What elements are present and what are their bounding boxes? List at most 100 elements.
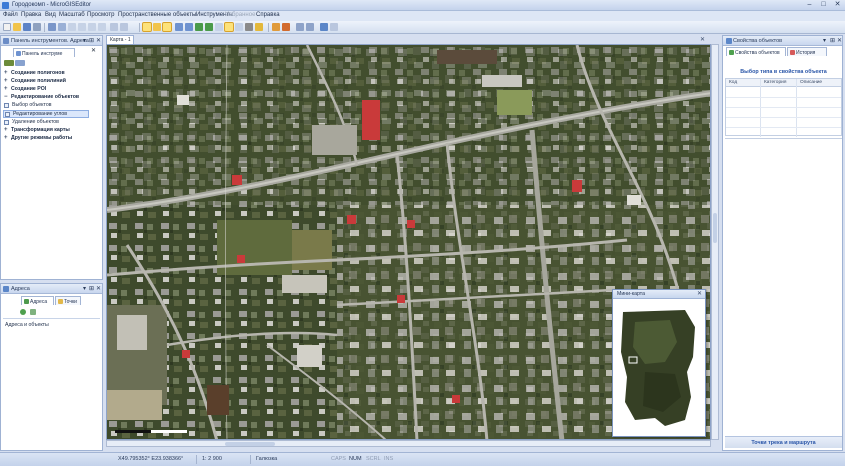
menu-scale[interactable]: Масштаб [59,12,85,18]
address-panel-title: Адреса [11,286,30,292]
gps-icon[interactable] [272,23,280,31]
doc-close-icon[interactable]: ✕ [700,36,705,43]
lightning-icon[interactable] [255,23,263,31]
panel-close-icon-2[interactable]: ✕ [96,285,101,292]
tab-history[interactable]: История [787,47,827,56]
list-item-select-objects[interactable]: Выбор объектов [3,102,89,110]
pin-icon-3[interactable]: ▾ [83,285,86,292]
menu-help[interactable]: Справка [256,12,280,18]
properties-panel-title: Свойства объектов [733,38,783,44]
tab-map-1[interactable]: Карта - 1 [106,35,134,44]
minimap-close-icon[interactable]: ✕ [697,290,702,297]
list-item-edit-objects[interactable]: − Редактирование объектов [3,94,89,102]
address-icon [3,286,9,292]
tree-icon-2 [15,60,25,66]
menu-spatial-objects[interactable]: Пространственные объекты [118,12,196,18]
pointer-tool-icon[interactable] [142,22,152,32]
mode-readout: Галюзка [256,456,278,462]
properties-icon [726,38,732,44]
address-tabstrip: Адреса Точки [21,296,91,305]
menu-bar: Файл Правка Вид Масштаб Просмотр Простра… [0,11,845,21]
tab-points[interactable]: Точки [55,296,81,305]
menu-edit[interactable]: Правка [21,12,41,18]
zoom-in-icon[interactable] [195,23,203,31]
save-icon[interactable] [23,23,31,31]
layers-icon[interactable] [245,23,253,31]
pin-icon-2[interactable]: ⊞ [89,37,94,44]
redo-icon[interactable] [58,23,66,31]
address-panel-header: Адреса ▾ ⊞ ✕ [1,284,102,294]
tab-addresses[interactable]: Адреса [21,296,54,305]
window-title: Городокомп - MicroGISEditor [12,2,91,8]
polyline-tool-icon[interactable] [185,23,193,31]
dropdown-icon-2[interactable] [120,23,128,31]
panel-icon [3,38,9,44]
pin-icon-5[interactable]: ▾ [823,37,826,44]
menu-view[interactable]: Вид [45,12,56,18]
scroll-thumb[interactable] [225,442,275,446]
scroll-thumb[interactable] [713,213,717,243]
pin-icon-4[interactable]: ⊞ [89,285,94,292]
zoom-extent-icon[interactable] [215,23,223,31]
close-button[interactable]: ✕ [831,1,844,9]
rectangle-tool-icon[interactable] [162,22,172,32]
copy-icon[interactable] [78,23,86,31]
print-icon[interactable] [33,23,41,31]
tab-object-properties[interactable]: Свойства объектов [726,47,786,56]
toolbar [0,21,845,34]
new-icon[interactable] [3,23,11,31]
tab-tool-panel-label: Панель инструме [22,51,63,57]
track-icon[interactable] [282,23,290,31]
refresh-icon[interactable] [306,23,314,31]
minimap-image [615,302,703,434]
panel-close-icon[interactable]: ✕ [96,37,101,44]
panel-close-icon-3[interactable]: ✕ [837,37,842,44]
minimap-window[interactable]: Мини-карта ✕ [612,289,706,437]
grid-icon[interactable] [320,23,328,31]
tool-panel-title: Панель инструментов. Адреса [11,38,89,44]
menu-file[interactable]: Файл [3,12,18,18]
list-item-delete-objects[interactable]: Удаление объектов [3,119,89,127]
list-item-edit-corners[interactable]: Редактирование углов [3,110,89,118]
app-icon [2,2,9,9]
track-points-button[interactable]: Точки трека и маршрута [725,436,842,448]
paste-icon[interactable] [88,23,96,31]
minimize-button[interactable]: – [803,1,816,9]
vertical-scrollbar[interactable] [711,44,719,440]
open-icon[interactable] [13,23,21,31]
menu-preview[interactable]: Просмотр [87,12,114,18]
tab-icon [790,50,795,55]
locate-icon[interactable] [30,309,36,315]
tab-close-icon[interactable]: ✕ [91,47,96,54]
settings-icon[interactable] [296,23,304,31]
caps-indicator: CAPS [331,456,346,462]
tab-tool-panel[interactable]: Панель инструме [13,48,75,57]
address-link[interactable]: Адреса и объекты [5,322,49,328]
horizontal-scrollbar[interactable] [106,440,711,447]
column-category[interactable]: Категория [764,80,786,85]
pin-icon-6[interactable]: ⊞ [830,37,835,44]
list-item-transform-map[interactable]: + Трансформация карты [3,127,89,135]
pan-tool-icon[interactable] [153,23,161,31]
minimap-header: Мини-карта ✕ [613,290,705,299]
zoom-out-icon[interactable] [205,23,213,31]
maximize-button[interactable]: □ [817,1,830,9]
dropdown-icon[interactable] [110,23,118,31]
list-item-create-polygons[interactable]: + Создание полигонов [3,70,89,78]
column-code[interactable]: Код [729,80,737,85]
list-item-other-modes[interactable]: + Другие режимы работы [3,135,89,143]
delete-icon[interactable] [98,23,106,31]
list-item-create-polylines[interactable]: + Создание полилиний [3,78,89,86]
properties-panel: Свойства объектов ▾ ⊞ ✕ Свойства объекто… [722,35,843,451]
undo-icon[interactable] [48,23,56,31]
list-item-create-poi[interactable]: + Создание POI [3,86,89,94]
select-tool-icon[interactable] [224,22,234,32]
tab-icon [16,51,21,56]
pin-icon[interactable]: ▾ [83,37,86,44]
refresh-icon[interactable] [20,309,26,315]
more-icon[interactable] [330,23,338,31]
column-description[interactable]: Описание [800,80,822,85]
polygon-tool-icon[interactable] [175,23,183,31]
measure-icon[interactable] [235,23,243,31]
cut-icon[interactable] [68,23,76,31]
